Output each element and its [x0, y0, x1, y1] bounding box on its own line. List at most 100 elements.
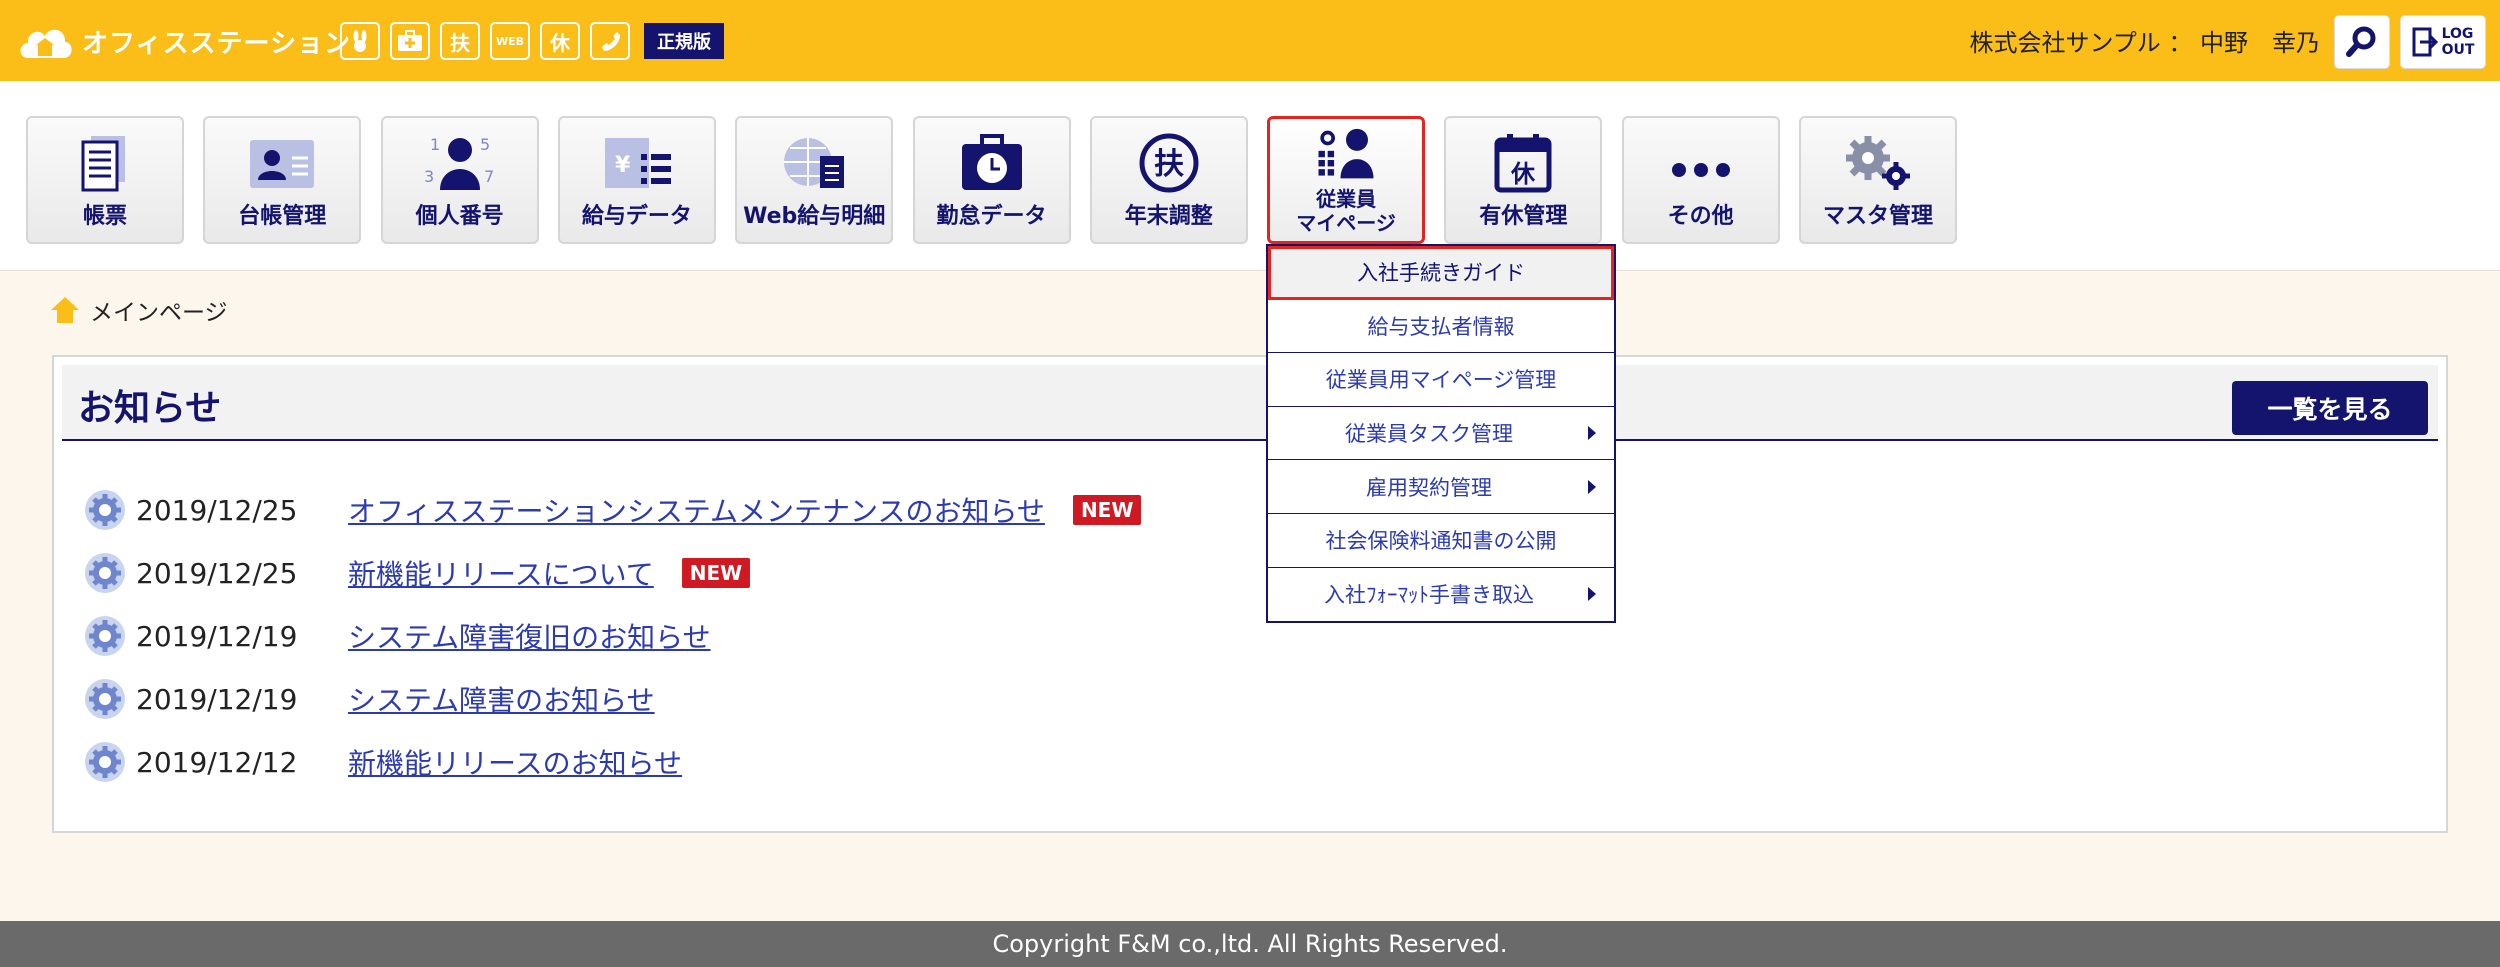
svg-text:7: 7 [484, 167, 494, 186]
dropdown-item[interactable]: 給与支払者情報 [1268, 300, 1614, 354]
search-button[interactable] [2334, 15, 2390, 69]
copyright-text: Copyright F&M co.,ltd. All Rights Reserv… [992, 930, 1508, 958]
nav-label: 勤怠データ [936, 204, 1047, 229]
nav-label: 年末調整 [1124, 204, 1213, 229]
notice-date: 2019/12/25 [136, 556, 298, 590]
notice-link[interactable]: システム障害復旧のお知らせ [348, 616, 711, 656]
gear-icon [85, 679, 125, 719]
nav-label: その他 [1667, 204, 1734, 229]
dropdown-item[interactable]: 入社ﾌｫｰﾏｯﾄ手書き取込 [1268, 568, 1614, 622]
dots-icon [1665, 132, 1737, 194]
notice-link[interactable]: 新機能リリースのお知らせ [348, 742, 682, 782]
nav-item-attendance[interactable]: 勤怠データ [912, 116, 1071, 244]
fu-icon[interactable]: 扶 [440, 22, 480, 60]
notice-item: 2019/12/12 新機能リリースのお知らせ [84, 739, 1141, 785]
notice-panel-header: お知らせ 一覧を見る [62, 365, 2438, 441]
gear-icon [85, 490, 125, 530]
notice-item: 2019/12/19 システム障害のお知らせ [84, 676, 1141, 722]
cloud-logo-icon [20, 29, 72, 58]
brand-name: オフィスステーション [82, 28, 351, 59]
dropdown-item[interactable]: 入社手続きガイド [1268, 246, 1614, 300]
phone-icon[interactable] [590, 22, 630, 60]
new-badge: NEW [1072, 495, 1142, 525]
nav-label: 従業員 マイページ [1296, 187, 1396, 235]
submenu-arrow-icon [1588, 426, 1596, 441]
document-icon [69, 132, 141, 194]
svg-text:¥: ¥ [615, 153, 631, 178]
nav-item-employee-mypage[interactable]: 従業員 マイページ [1267, 116, 1426, 244]
nav-label: 有休管理 [1479, 204, 1568, 229]
calendar-kyu-icon: 休 [1487, 132, 1559, 194]
gear-icon [85, 616, 125, 656]
company-user: 株式会社サンプル ： 中野 幸乃 [1969, 29, 2320, 57]
notice-title: お知らせ [78, 388, 222, 429]
logout-button[interactable]: LOG OUT [2400, 15, 2486, 69]
nav-label: 給与データ [581, 204, 692, 229]
notice-item: 2019/12/25 新機能リリースについて NEW [84, 550, 1141, 596]
dropdown-item[interactable]: 従業員用マイページ管理 [1268, 353, 1614, 407]
nav-label: 帳票 [82, 204, 127, 229]
quick-icons: 扶 WEB 休 [340, 22, 630, 60]
yen-list-icon: ¥ [601, 132, 673, 194]
fu-circle-icon: 扶 [1133, 132, 1205, 194]
new-badge: NEW [681, 558, 751, 588]
svg-text:1: 1 [430, 135, 440, 154]
gears-icon [1842, 132, 1914, 194]
notice-link[interactable]: 新機能リリースについて [348, 553, 654, 593]
person-number-icon: 1537 [424, 132, 496, 194]
id-card-icon [246, 132, 318, 194]
nav-label: 台帳管理 [238, 204, 327, 229]
notice-link[interactable]: システム障害のお知らせ [348, 679, 655, 719]
submenu-arrow-icon [1588, 587, 1596, 602]
nav-item-payroll-data[interactable]: ¥ 給与データ [557, 116, 716, 244]
see-all-button[interactable]: 一覧を見る [2232, 381, 2428, 435]
notice-date: 2019/12/19 [136, 682, 298, 716]
breadcrumb[interactable]: メインページ [50, 293, 228, 327]
nav-item-my-number[interactable]: 1 5 3 7 個人番号 [380, 116, 539, 244]
brand-logo[interactable]: オフィスステーション [16, 18, 351, 64]
logout-icon [2412, 27, 2438, 57]
nav-label: Web給与明細 [743, 204, 886, 229]
dropdown-item[interactable]: 社会保険料通知書の公開 [1268, 514, 1614, 568]
submenu-arrow-icon [1588, 479, 1596, 494]
notice-panel: お知らせ 一覧を見る 2019/12/25 オフィスステーションシステムメンテナン… [52, 355, 2448, 833]
nav-label: マスタ管理 [1822, 204, 1933, 229]
nav-item-master[interactable]: マスタ管理 [1799, 116, 1957, 244]
nav-item-ledger[interactable]: 台帳管理 [203, 116, 362, 244]
search-icon [2346, 26, 2376, 57]
notice-date: 2019/12/19 [136, 619, 298, 653]
gear-icon [85, 742, 125, 782]
logout-label: LOG OUT [2441, 26, 2475, 58]
nav-item-year-end[interactable]: 扶年末調整 [1089, 116, 1248, 244]
clock-bag-icon [956, 132, 1028, 194]
nav-item-other[interactable]: その他 [1621, 116, 1780, 244]
globe-document-icon [778, 132, 850, 194]
nav-item-paid-leave[interactable]: 休有休管理 [1444, 116, 1603, 244]
notice-date: 2019/12/12 [136, 745, 298, 779]
notice-list: 2019/12/25 オフィスステーションシステムメンテナンスのお知らせ NEW 2… [84, 487, 1142, 802]
gear-icon [85, 553, 125, 593]
footer: Copyright F&M co.,ltd. All Rights Reserv… [0, 921, 2500, 967]
nav-item-web-payslip[interactable]: Web給与明細 [735, 116, 894, 244]
top-header: オフィスステーション 扶 WEB 休 正規版 株式会社サンプル ： 中野 幸乃 LO… [0, 0, 2500, 81]
employee-mypage-dropdown: 入社手続きガイド 給与支払者情報 従業員用マイページ管理 従業員タスク管理 雇用契約管理… [1266, 244, 1616, 624]
notice-date: 2019/12/25 [136, 493, 298, 527]
nav-label: 個人番号 [415, 204, 504, 229]
notice-item: 2019/12/19 システム障害復旧のお知らせ [84, 613, 1141, 659]
svg-text:3: 3 [424, 167, 434, 186]
main-navigation: 帳票 台帳管理 1 5 3 7 個人番号 ¥ 給与データ Web給与明細 勤怠データ扶年末調整 従業員… [0, 81, 2500, 271]
kyu-icon[interactable]: 休 [540, 22, 580, 60]
dropdown-item[interactable]: 雇用契約管理 [1268, 460, 1614, 514]
breadcrumb-main-page[interactable]: メインページ [90, 293, 228, 327]
dropdown-item[interactable]: 従業員タスク管理 [1268, 407, 1614, 461]
notice-link[interactable]: オフィスステーションシステムメンテナンスのお知らせ [348, 490, 1045, 530]
svg-text:休: 休 [1510, 160, 1536, 188]
nav-item-forms[interactable]: 帳票 [26, 116, 184, 244]
notice-item: 2019/12/25 オフィスステーションシステムメンテナンスのお知らせ NEW [84, 487, 1142, 533]
first-aid-icon[interactable] [390, 22, 430, 60]
web-icon[interactable]: WEB [490, 22, 530, 60]
svg-text:5: 5 [480, 135, 490, 154]
home-icon [51, 297, 79, 323]
employee-gear-icon [1313, 127, 1379, 181]
rabbit-icon[interactable] [340, 22, 380, 60]
